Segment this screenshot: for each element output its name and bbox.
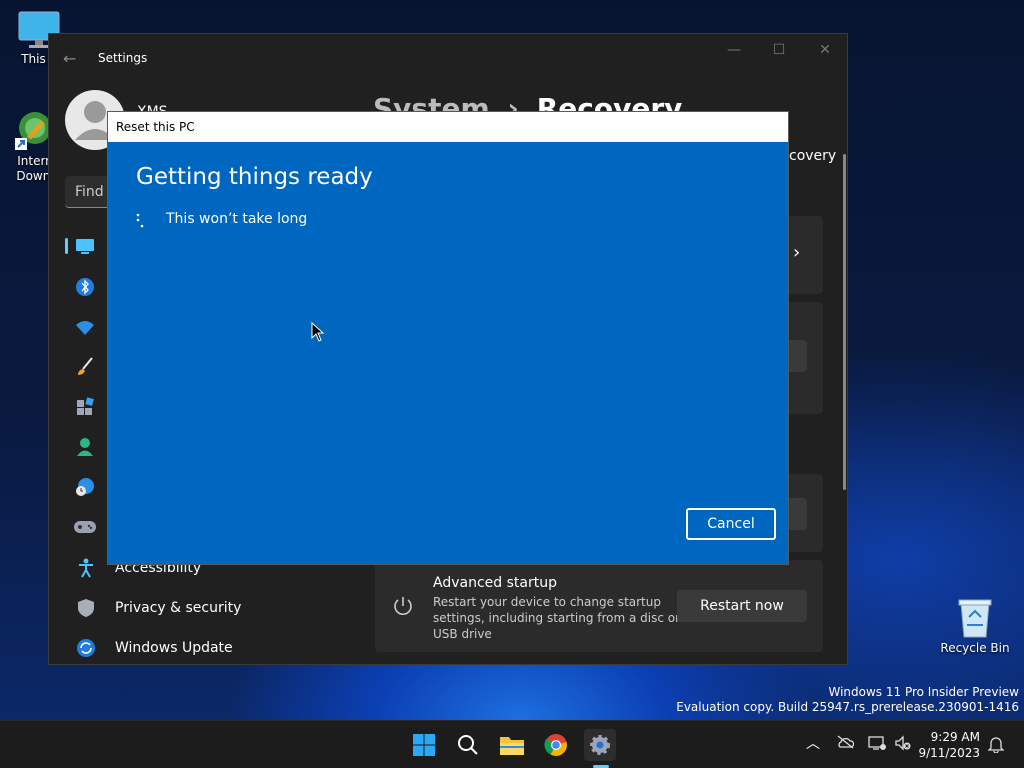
desktop-icon-label: Recycle Bin: [940, 641, 1010, 655]
person-icon: [77, 438, 93, 456]
sidebar-item-time-language[interactable]: [75, 476, 95, 498]
sidebar-item-apps[interactable]: [75, 396, 95, 418]
window-title: Settings: [98, 51, 148, 65]
settings-icon: [590, 735, 610, 755]
taskbar: ︿ 9:29 AM 9/11/2023: [0, 720, 1024, 768]
advanced-startup-card: Advanced startup Restart your device to …: [375, 560, 823, 652]
display-icon: [76, 239, 94, 254]
update-icon: [75, 637, 97, 659]
advanced-startup-description: Restart your device to change startup se…: [433, 594, 680, 642]
recycle-bin-icon: [955, 597, 995, 639]
maximize-button[interactable]: ☐: [759, 42, 799, 58]
volume-muted-icon[interactable]: [894, 735, 912, 755]
apps-icon: [77, 397, 94, 415]
advanced-startup-title: Advanced startup: [433, 575, 557, 591]
gamepad-icon: [74, 521, 96, 533]
sidebar-item-accounts[interactable]: [75, 436, 95, 458]
sidebar-item-label: Windows Update: [115, 640, 233, 656]
sidebar-item-network[interactable]: [75, 316, 95, 338]
start-button[interactable]: [408, 729, 440, 761]
advanced-startup-icon: [391, 594, 415, 622]
sidebar-item-gaming[interactable]: [73, 516, 97, 538]
sidebar-item-personalization[interactable]: [75, 356, 95, 378]
description-line: Restart your device to change startup: [433, 595, 661, 609]
reset-pc-dialog: Reset this PC Getting things ready This …: [107, 111, 789, 565]
file-explorer-icon: [500, 737, 524, 755]
chrome-icon: [544, 734, 567, 756]
clock[interactable]: 9:29 AM 9/11/2023: [916, 729, 980, 761]
dialog-status: This won’t take long: [166, 211, 308, 227]
chrome-button[interactable]: [540, 729, 572, 761]
sidebar-item-privacy-security[interactable]: Privacy & security: [69, 590, 299, 626]
watermark: Windows 11 Pro Insider Preview Evaluatio…: [676, 685, 1019, 715]
file-explorer-button[interactable]: [496, 729, 528, 761]
paintbrush-icon: [78, 357, 93, 375]
network-icon[interactable]: [868, 735, 886, 755]
sidebar-item-label: Privacy & security: [115, 600, 242, 616]
spinner-icon: [136, 213, 146, 233]
wifi-icon: [76, 321, 94, 335]
sidebar-item-bluetooth[interactable]: [75, 276, 95, 298]
cursor-icon: [311, 321, 325, 346]
cancel-button[interactable]: Cancel: [686, 508, 776, 540]
recovery-partial-text: covery: [789, 148, 837, 164]
clock-date: 9/11/2023: [918, 746, 980, 760]
shield-icon: [75, 597, 97, 619]
chevron-up-icon[interactable]: ︿: [806, 733, 820, 753]
description-line: USB drive: [433, 627, 492, 641]
bluetooth-icon: [76, 278, 94, 296]
nav-indicator: [65, 238, 68, 254]
minimize-button[interactable]: —: [714, 42, 754, 58]
notification-bell-icon[interactable]: [987, 735, 1005, 757]
watermark-build: Evaluation copy. Build 25947.rs_prerelea…: [676, 700, 1019, 714]
back-arrow-icon[interactable]: ←: [63, 49, 76, 68]
settings-taskbar-button[interactable]: [584, 729, 616, 761]
search-icon: [458, 735, 478, 755]
start-icon: [413, 734, 435, 756]
dialog-heading: Getting things ready: [136, 164, 373, 190]
description-line: settings, including starting from a disc…: [433, 611, 681, 625]
watermark-edition: Windows 11 Pro Insider Preview: [828, 685, 1019, 699]
globe-clock-icon: [76, 478, 94, 496]
restart-now-button[interactable]: Restart now: [677, 590, 807, 622]
chevron-right-icon: ›: [793, 242, 801, 263]
onedrive-icon[interactable]: [836, 735, 855, 753]
dialog-title: Reset this PC: [108, 112, 788, 142]
desktop-icon-recycle-bin[interactable]: Recycle Bin: [940, 597, 1010, 656]
scrollbar[interactable]: [843, 154, 846, 490]
sidebar-item-windows-update[interactable]: Windows Update: [69, 630, 299, 664]
clock-time: 9:29 AM: [930, 730, 980, 744]
search-button[interactable]: [452, 729, 484, 761]
accessibility-icon: [75, 557, 97, 579]
close-button[interactable]: ✕: [805, 42, 845, 58]
sidebar-item-system[interactable]: [75, 235, 95, 257]
settings-titlebar: ← Settings — ☐ ✕: [49, 34, 847, 82]
